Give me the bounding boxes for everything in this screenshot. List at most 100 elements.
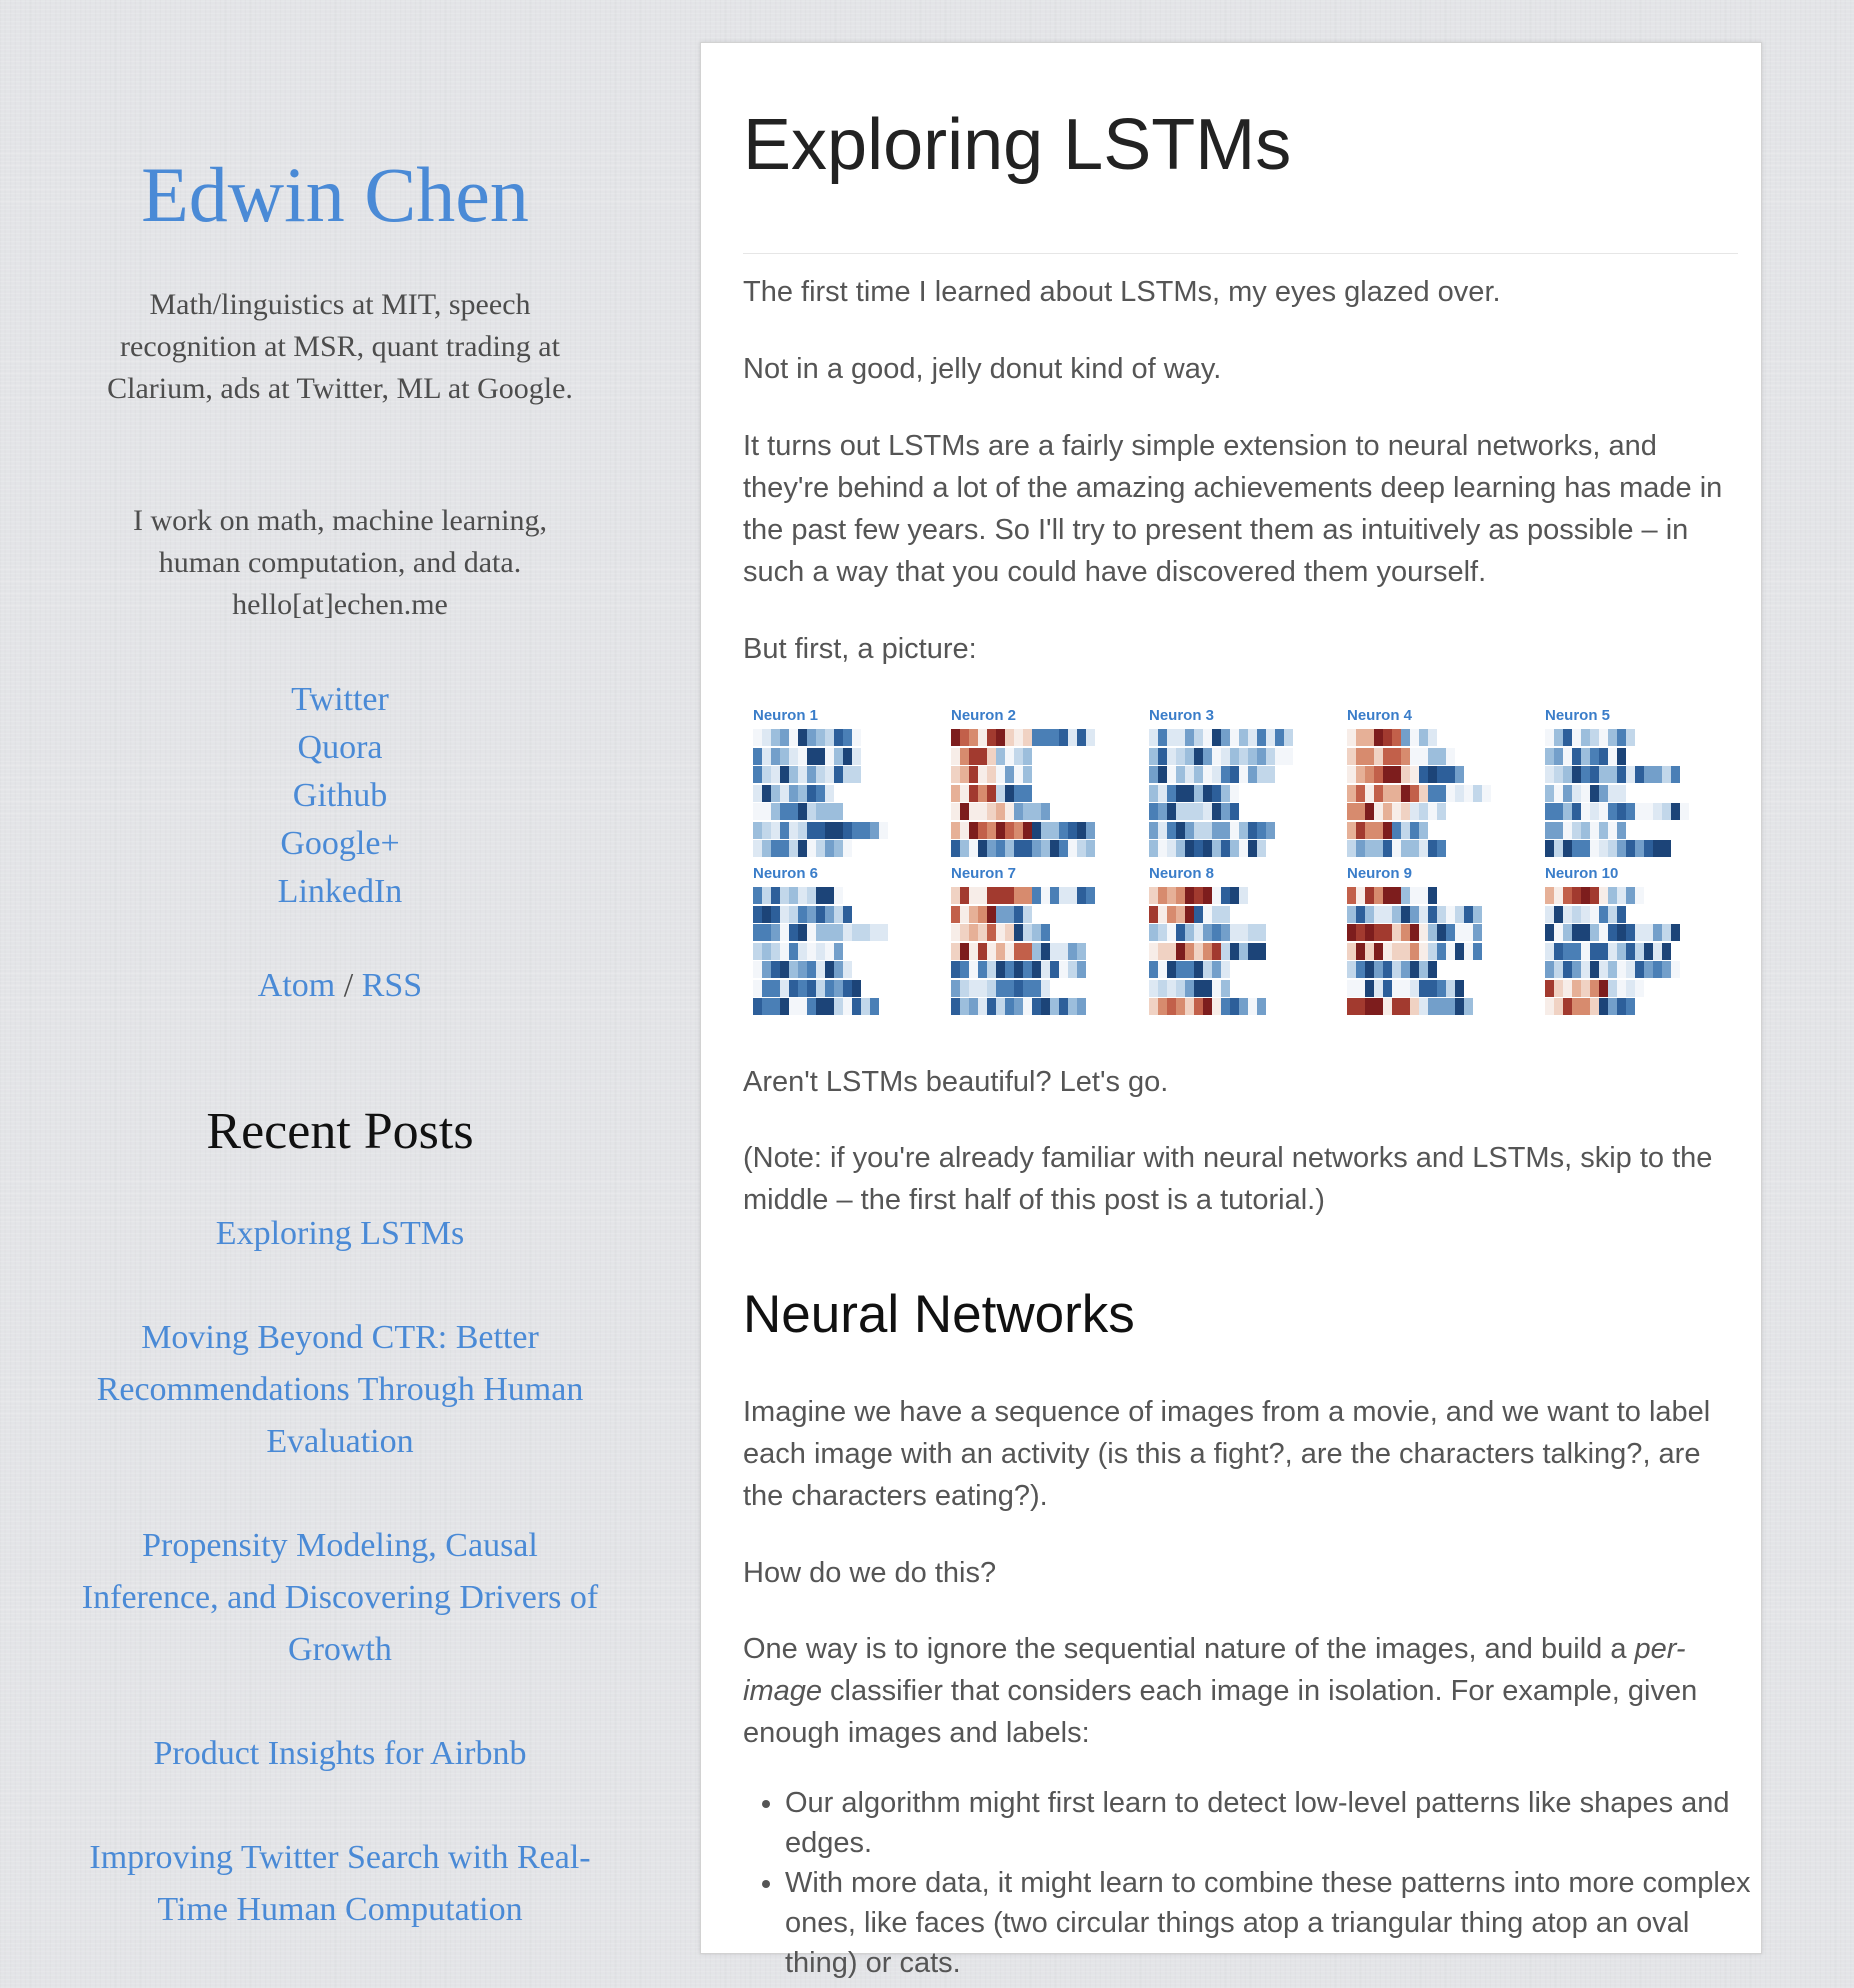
heatmap-row bbox=[1545, 766, 1680, 783]
recent-post-link[interactable]: Moving Beyond CTR: Better Recommendation… bbox=[70, 1312, 610, 1468]
heatmap-cell bbox=[1446, 766, 1455, 783]
heatmap-cell bbox=[978, 803, 987, 820]
recent-post-link[interactable]: Propensity Modeling, Causal Inference, a… bbox=[70, 1520, 610, 1676]
heatmap-cell bbox=[1626, 887, 1635, 904]
heatmap-cell bbox=[762, 942, 771, 960]
heatmap-row bbox=[1149, 961, 1230, 978]
heatmap-cell bbox=[1626, 961, 1635, 978]
recent-post-link[interactable]: Improving Twitter Search with Real-Time … bbox=[70, 1832, 610, 1936]
heatmap-cell bbox=[1599, 887, 1608, 904]
site-title[interactable]: Edwin Chen bbox=[0, 150, 670, 240]
heatmap-cell bbox=[1212, 766, 1221, 783]
heatmap-cell bbox=[798, 942, 807, 960]
heatmap-cell bbox=[1212, 729, 1221, 746]
heatmap-cell bbox=[1437, 942, 1446, 960]
list-item: With more data, it might learn to combin… bbox=[785, 1863, 1765, 1983]
heatmap-cell bbox=[1176, 961, 1185, 978]
heatmap-cell bbox=[978, 840, 987, 857]
heatmap-cell bbox=[1248, 729, 1257, 746]
heatmap-row bbox=[1149, 747, 1293, 765]
heatmap-cell bbox=[852, 729, 861, 746]
heatmap-cell bbox=[771, 821, 780, 839]
heatmap-cell bbox=[1167, 821, 1176, 839]
atom-feed-link[interactable]: Atom bbox=[258, 967, 335, 1004]
heatmap-cell bbox=[1239, 942, 1248, 960]
heatmap-cell bbox=[1428, 942, 1437, 960]
twitter-link[interactable]: Twitter bbox=[0, 676, 680, 724]
heatmap-cell bbox=[789, 747, 798, 765]
heatmap-cell bbox=[1050, 887, 1059, 904]
heatmap-row bbox=[753, 840, 852, 857]
heatmap-cell bbox=[843, 821, 852, 839]
heatmap-cell bbox=[1410, 784, 1419, 802]
heatmap-cell bbox=[1212, 998, 1221, 1015]
heatmap-cell bbox=[771, 905, 780, 923]
heatmap-cell bbox=[987, 979, 996, 997]
heatmap-cell bbox=[753, 766, 762, 783]
google-plus-link[interactable]: Google+ bbox=[0, 820, 680, 868]
heatmap-cell bbox=[771, 979, 780, 997]
heatmap-cell bbox=[1149, 961, 1158, 978]
heatmap-cell bbox=[771, 784, 780, 802]
heatmap-cell bbox=[1167, 998, 1176, 1015]
site-title-link[interactable]: Edwin Chen bbox=[141, 151, 529, 238]
heatmap-cell bbox=[1617, 821, 1626, 839]
recent-post-link[interactable]: Product Insights for Airbnb bbox=[70, 1728, 610, 1780]
heatmap-cell bbox=[1230, 887, 1239, 904]
paragraph: Imagine we have a sequence of images fro… bbox=[743, 1396, 1711, 1512]
rss-feed-link[interactable]: RSS bbox=[362, 967, 423, 1004]
heatmap-cell bbox=[1599, 924, 1608, 941]
quora-link[interactable]: Quora bbox=[0, 724, 680, 772]
heatmap-cell bbox=[1392, 729, 1401, 746]
heatmap-cell bbox=[1563, 942, 1572, 960]
heatmap-row bbox=[951, 979, 1050, 997]
heatmap-cell bbox=[1653, 942, 1662, 960]
heatmap-cell bbox=[1446, 942, 1455, 960]
heatmap-cell bbox=[1041, 998, 1050, 1015]
heatmap-cell bbox=[816, 747, 825, 765]
heatmap-cell bbox=[1176, 729, 1185, 746]
heatmap-cell bbox=[1590, 979, 1599, 997]
heatmap-cell bbox=[1671, 766, 1680, 783]
heatmap-cell bbox=[1617, 979, 1626, 997]
heatmap-cell bbox=[978, 924, 987, 941]
heatmap-cell bbox=[1563, 803, 1572, 820]
heatmap-cell bbox=[951, 747, 960, 765]
heatmap-cell bbox=[753, 784, 762, 802]
heatmap-cell bbox=[996, 905, 1005, 923]
heatmap-cell bbox=[1167, 729, 1176, 746]
heatmap-cell bbox=[1059, 998, 1068, 1015]
heatmap-cell bbox=[969, 821, 978, 839]
heatmap-cell bbox=[1572, 784, 1581, 802]
heatmap-cell bbox=[1419, 729, 1428, 746]
heatmap-cell bbox=[1086, 887, 1095, 904]
heatmap-cell bbox=[1077, 821, 1086, 839]
heatmap-cell bbox=[1149, 979, 1158, 997]
heatmap-row bbox=[1347, 729, 1437, 746]
heatmap-cell bbox=[1563, 979, 1572, 997]
recent-post-link[interactable]: Exploring LSTMs bbox=[70, 1208, 610, 1260]
heatmap-cell bbox=[1374, 961, 1383, 978]
heatmap-cell bbox=[1185, 905, 1194, 923]
heatmap-cell bbox=[1455, 905, 1464, 923]
linkedin-link[interactable]: LinkedIn bbox=[0, 868, 680, 916]
heatmap-row bbox=[1149, 729, 1293, 746]
heatmap-cell bbox=[1203, 887, 1212, 904]
heatmap-row bbox=[951, 924, 1050, 941]
github-link[interactable]: Github bbox=[0, 772, 680, 820]
heatmap-cell bbox=[1446, 747, 1455, 765]
heatmap-cell bbox=[1014, 998, 1023, 1015]
neuron-label: Neuron 8 bbox=[1149, 865, 1215, 882]
heatmap-cell bbox=[1185, 729, 1194, 746]
heatmap-cell bbox=[1347, 747, 1356, 765]
heatmap-row bbox=[951, 784, 1032, 802]
post-card: Exploring LSTMs The first time I learned… bbox=[700, 42, 1762, 1979]
heatmap-cell bbox=[1014, 942, 1023, 960]
heatmap-cell bbox=[780, 729, 789, 746]
heatmap-cell bbox=[834, 979, 843, 997]
heatmap-cell bbox=[1599, 803, 1608, 820]
heatmap-cell bbox=[825, 766, 834, 783]
heatmap-cell bbox=[852, 998, 861, 1015]
heatmap-cell bbox=[1392, 905, 1401, 923]
heatmap-cell bbox=[1401, 998, 1410, 1015]
